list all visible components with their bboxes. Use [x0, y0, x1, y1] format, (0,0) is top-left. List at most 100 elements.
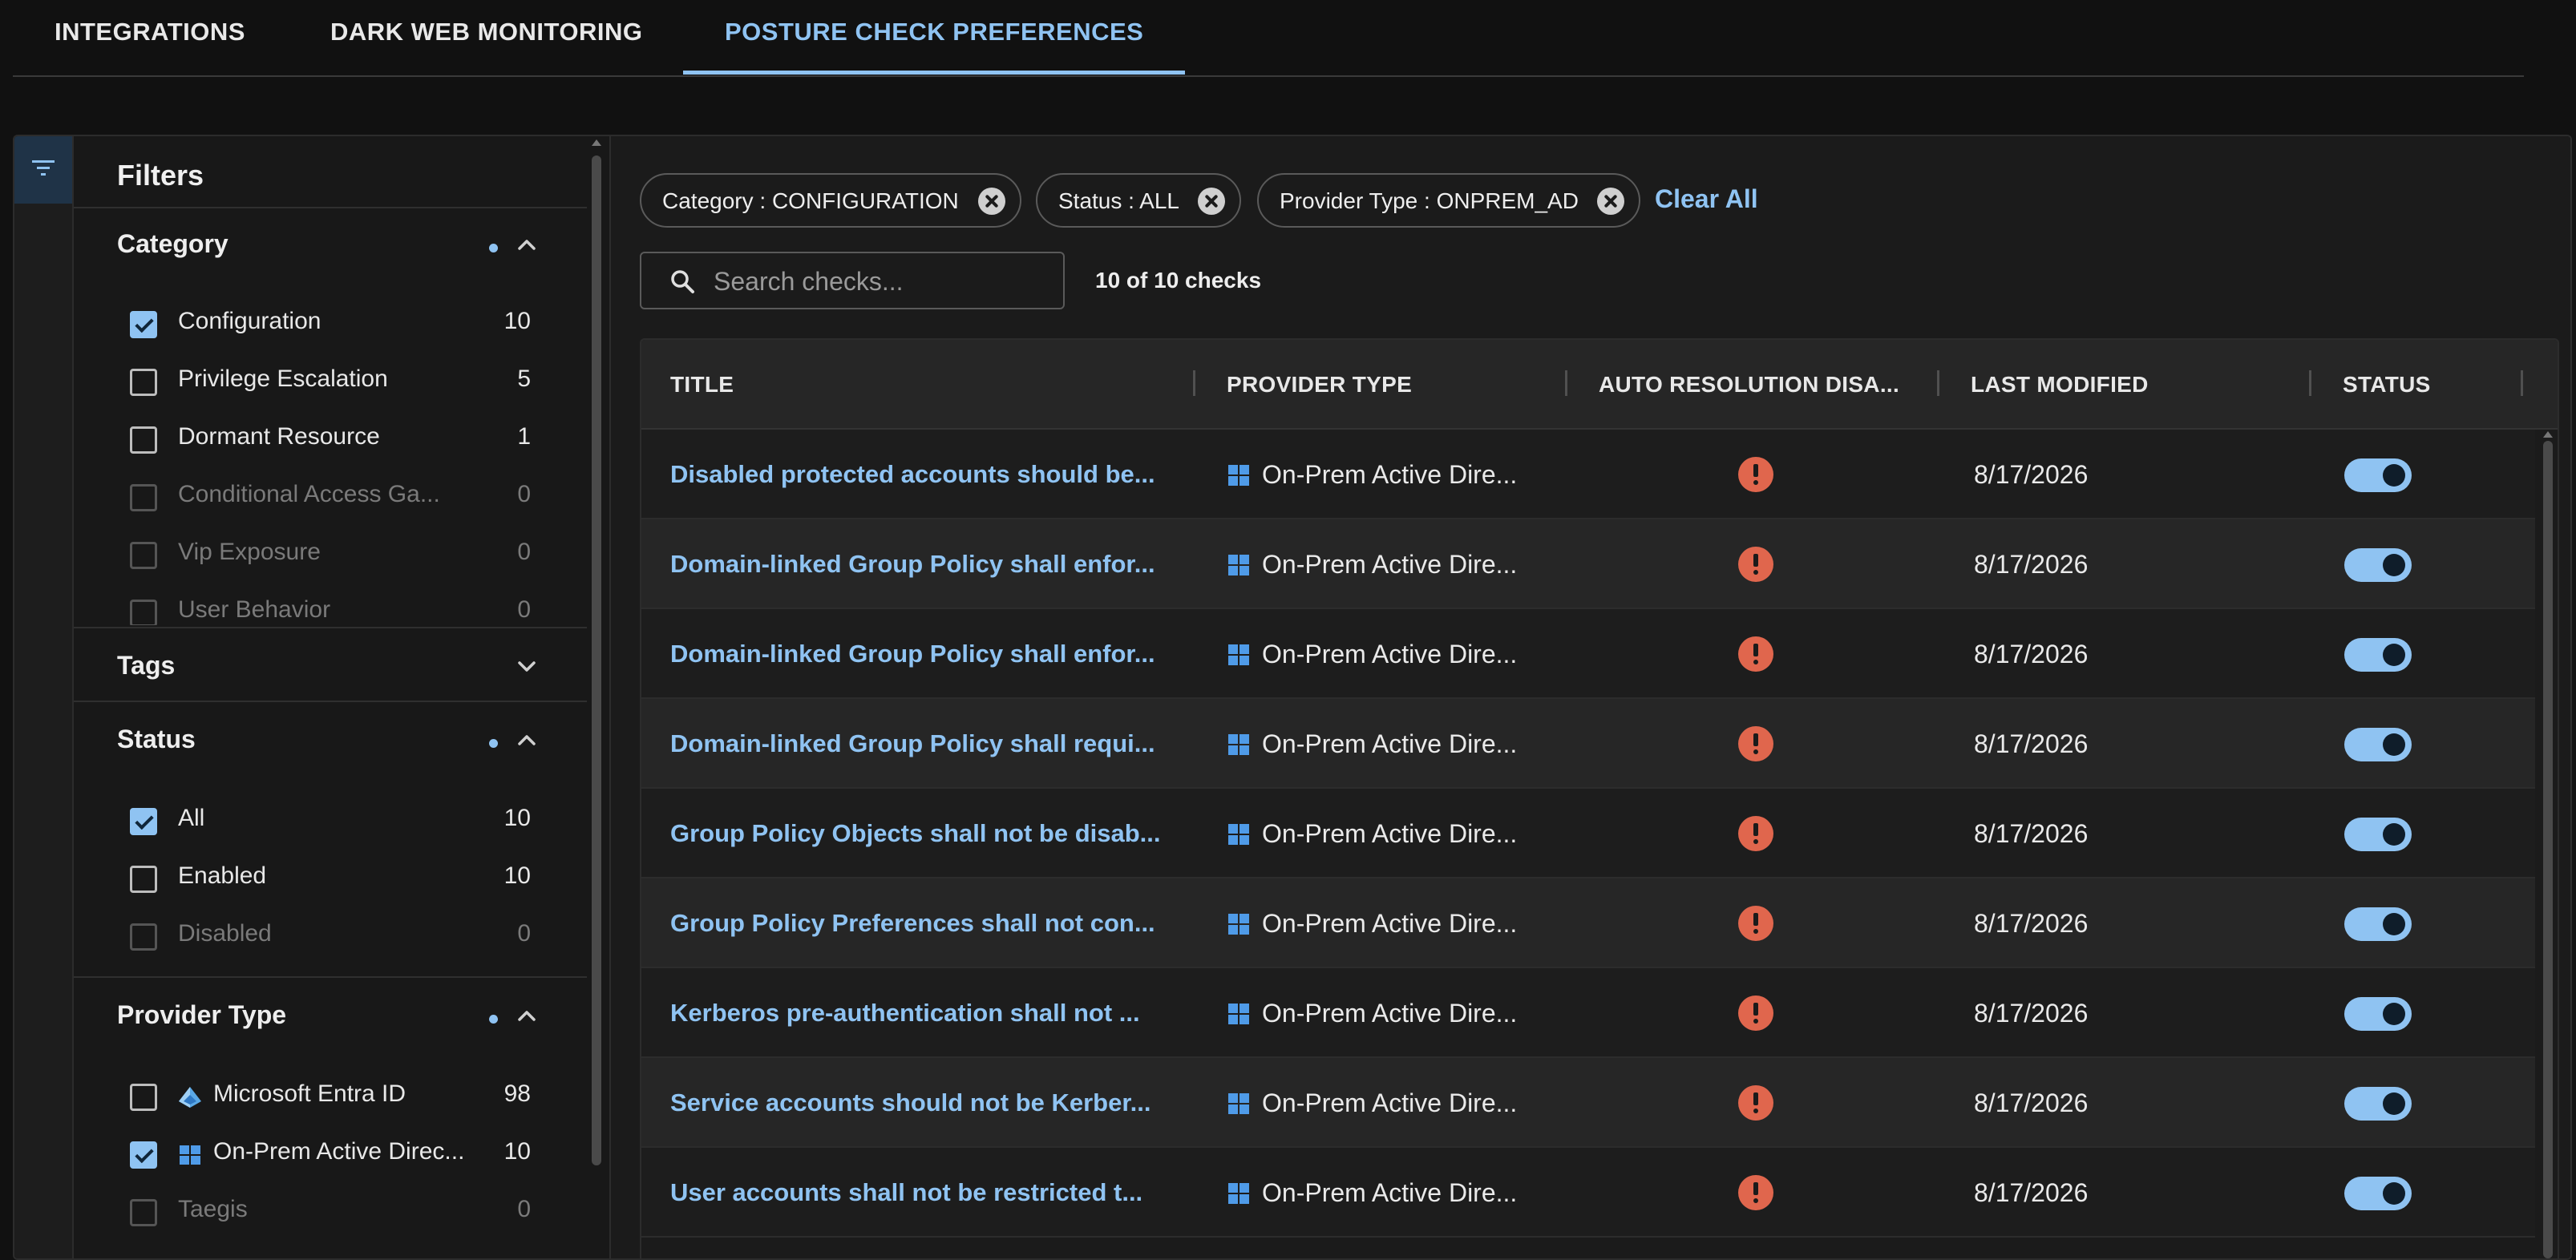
tab-integrations[interactable]: INTEGRATIONS: [55, 0, 245, 75]
check-title-link[interactable]: Disabled protected accounts should be...: [670, 460, 1155, 489]
status-toggle[interactable]: [2344, 1177, 2412, 1210]
column-resize-handle[interactable]: [2309, 370, 2311, 396]
status-toggle[interactable]: [2344, 548, 2412, 582]
check-title-link[interactable]: Domain-linked Group Policy shall enfor..…: [670, 640, 1155, 668]
check-title-link[interactable]: Domain-linked Group Policy shall enfor..…: [670, 550, 1155, 579]
status-section-title[interactable]: Status: [117, 725, 196, 754]
checkbox[interactable]: [130, 1199, 157, 1226]
table-row[interactable]: Group Policy Objects shall not be disab.…: [641, 789, 2535, 878]
filter-chip-provider-type[interactable]: Provider Type : ONPREM_AD: [1257, 173, 1640, 228]
checkbox[interactable]: [130, 808, 157, 835]
check-title-link[interactable]: User accounts shall not be restricted t.…: [670, 1178, 1142, 1207]
column-header-provider-type[interactable]: PROVIDER TYPE: [1227, 372, 1412, 398]
table-row[interactable]: Group Policy Preferences shall not con..…: [641, 878, 2535, 968]
provider-option-entra-id[interactable]: Microsoft Entra ID 98: [130, 1077, 531, 1125]
checkbox[interactable]: [130, 426, 157, 454]
status-option-enabled[interactable]: Enabled 10: [130, 859, 531, 907]
close-icon[interactable]: [1597, 188, 1624, 215]
category-option-conditional-access[interactable]: Conditional Access Ga... 0: [130, 478, 531, 526]
provider-option-on-prem-ad[interactable]: On-Prem Active Direc... 10: [130, 1135, 531, 1183]
check-title-link[interactable]: Kerberos pre-authentication shall not ..…: [670, 999, 1140, 1028]
tab-dark-web-monitoring[interactable]: DARK WEB MONITORING: [330, 0, 643, 75]
windows-icon: [1228, 914, 1249, 935]
scroll-up-arrow-icon[interactable]: [592, 139, 601, 146]
table-row[interactable]: Disabled protected accounts should be...…: [641, 430, 2535, 519]
column-resize-handle[interactable]: [1565, 370, 1567, 396]
table-row[interactable]: Domain-linked Group Policy shall enfor..…: [641, 609, 2535, 699]
chevron-up-icon[interactable]: [513, 231, 540, 258]
column-header-auto-resolution[interactable]: AUTO RESOLUTION DISA...: [1599, 372, 1899, 398]
category-option-configuration[interactable]: Configuration 10: [130, 305, 531, 353]
search-input[interactable]: [712, 261, 1052, 301]
checkbox[interactable]: [130, 369, 157, 396]
column-header-title[interactable]: TITLE: [670, 372, 734, 398]
filters-scrollbar[interactable]: [592, 147, 601, 1254]
category-option-user-behavior[interactable]: User Behavior 0: [130, 593, 531, 625]
chevron-down-icon[interactable]: [513, 652, 540, 680]
checkbox[interactable]: [130, 1084, 157, 1111]
table-row[interactable]: User accounts shall not be restricted t.…: [641, 1148, 2535, 1238]
status-toggle[interactable]: [2344, 818, 2412, 851]
warning-icon: [1738, 457, 1773, 492]
active-tab-indicator: [683, 71, 1185, 75]
chevron-up-icon[interactable]: [513, 726, 540, 753]
filter-chip-status[interactable]: Status : ALL: [1036, 173, 1241, 228]
tab-posture-check-preferences[interactable]: POSTURE CHECK PREFERENCES: [725, 0, 1143, 75]
status-option-disabled[interactable]: Disabled 0: [130, 917, 531, 965]
check-title-link[interactable]: Service accounts should not be Kerber...: [670, 1088, 1151, 1117]
check-title-link[interactable]: Domain-linked Group Policy shall requi..…: [670, 729, 1155, 758]
provider-label: On-Prem Active Dire...: [1262, 640, 1518, 668]
column-resize-handle[interactable]: [1193, 370, 1195, 396]
checkbox[interactable]: [130, 542, 157, 569]
category-section-title[interactable]: Category: [117, 229, 228, 259]
provider-label: On-Prem Active Dire...: [1262, 550, 1518, 579]
close-icon[interactable]: [978, 188, 1005, 215]
checkbox[interactable]: [130, 866, 157, 893]
divider: [74, 207, 587, 208]
tags-section-title[interactable]: Tags: [117, 651, 175, 680]
category-option-privilege-escalation[interactable]: Privilege Escalation 5: [130, 362, 531, 410]
clear-all-button[interactable]: Clear All: [1655, 184, 1758, 214]
table-header: TITLE PROVIDER TYPE AUTO RESOLUTION DISA…: [641, 340, 2558, 430]
warning-icon: [1738, 547, 1773, 582]
table-row[interactable]: Domain-linked Group Policy shall enfor..…: [641, 519, 2535, 609]
status-toggle[interactable]: [2344, 997, 2412, 1031]
scrollbar-thumb[interactable]: [592, 155, 601, 1165]
status-toggle[interactable]: [2344, 728, 2412, 761]
category-option-vip-exposure[interactable]: Vip Exposure 0: [130, 535, 531, 584]
status-toggle[interactable]: [2344, 907, 2412, 941]
check-title-link[interactable]: Group Policy Preferences shall not con..…: [670, 909, 1155, 938]
checkbox[interactable]: [130, 923, 157, 951]
chevron-up-icon[interactable]: [513, 1002, 540, 1029]
checkbox[interactable]: [130, 600, 157, 625]
table-scrollbar[interactable]: [2542, 431, 2553, 1258]
status-option-all[interactable]: All 10: [130, 802, 531, 850]
option-label: User Behavior: [178, 596, 331, 623]
table-row[interactable]: Service accounts should not be Kerber...…: [641, 1058, 2535, 1148]
filter-toggle-button[interactable]: [14, 136, 72, 204]
filter-chip-category[interactable]: Category : CONFIGURATION: [640, 173, 1021, 228]
status-toggle[interactable]: [2344, 638, 2412, 672]
warning-icon: [1738, 726, 1773, 761]
provider-option-taegis[interactable]: Taegis 0: [130, 1193, 531, 1241]
option-count: 5: [517, 365, 531, 392]
column-header-status[interactable]: STATUS: [2343, 372, 2431, 398]
warning-icon: [1738, 906, 1773, 941]
scrollbar-thumb[interactable]: [2543, 441, 2553, 1258]
close-icon[interactable]: [1198, 188, 1225, 215]
checkbox[interactable]: [130, 311, 157, 338]
column-resize-handle[interactable]: [1937, 370, 1939, 396]
category-option-dormant-resource[interactable]: Dormant Resource 1: [130, 420, 531, 468]
status-toggle[interactable]: [2344, 1087, 2412, 1121]
column-resize-handle[interactable]: [2521, 370, 2523, 396]
column-header-last-modified[interactable]: LAST MODIFIED: [1971, 372, 2149, 398]
check-title-link[interactable]: Group Policy Objects shall not be disab.…: [670, 819, 1161, 848]
status-toggle[interactable]: [2344, 458, 2412, 492]
search-box[interactable]: [640, 252, 1065, 309]
checkbox[interactable]: [130, 484, 157, 511]
table-row[interactable]: Kerberos pre-authentication shall not ..…: [641, 968, 2535, 1058]
provider-label: On-Prem Active Dire...: [1262, 909, 1518, 938]
table-row[interactable]: Domain-linked Group Policy shall requi..…: [641, 699, 2535, 789]
checkbox[interactable]: [130, 1141, 157, 1169]
provider-type-section-title[interactable]: Provider Type: [117, 1000, 286, 1030]
